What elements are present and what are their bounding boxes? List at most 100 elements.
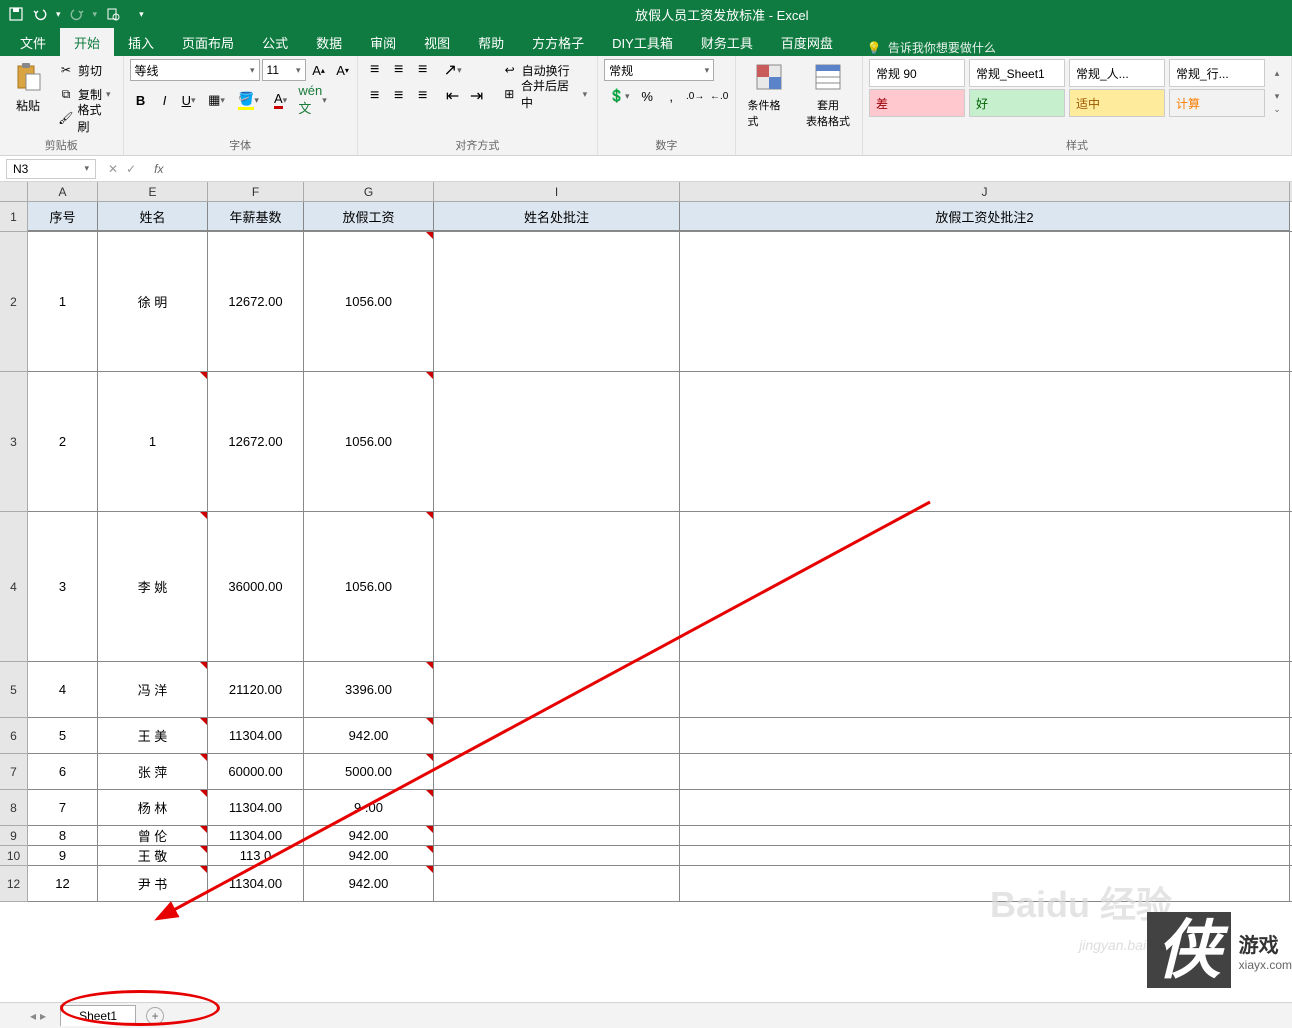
cell-G-6[interactable]: 942.00 [304,718,434,753]
tab-layout[interactable]: 页面布局 [168,28,248,56]
style-scroll-down[interactable]: ▾ [1275,91,1280,102]
tab-diy[interactable]: DIY工具箱 [598,28,687,56]
italic-button[interactable]: I [154,89,176,111]
tab-file[interactable]: 文件 [6,28,60,56]
column-header-I[interactable]: I [434,182,680,201]
cell-J-6[interactable] [680,718,1290,753]
tab-data[interactable]: 数据 [302,28,356,56]
decrease-decimal-button[interactable]: ←.0 [708,85,730,107]
cell-G-9[interactable]: 942.00 [304,826,434,845]
row-header-5[interactable]: 5 [0,662,28,718]
paste-button[interactable]: 粘贴 [6,59,50,116]
indent-increase-button[interactable]: ⇥ [466,85,488,107]
increase-decimal-button[interactable]: .0→ [684,85,706,107]
cell-E-10[interactable]: 王 敬 [98,846,208,865]
cell-J-7[interactable] [680,754,1290,789]
orientation-button[interactable]: ↗▾ [442,59,464,81]
align-bottom-button[interactable]: ≡ [412,59,434,81]
cell-I-3[interactable] [434,372,680,511]
style-bad[interactable]: 差 [869,89,965,117]
sheet-tab-sheet1[interactable]: Sheet1 [60,1005,136,1026]
indent-decrease-button[interactable]: ⇤ [442,85,464,107]
cell-A-12[interactable]: 12 [28,866,98,901]
print-preview-icon[interactable] [105,6,121,22]
redo-dropdown[interactable]: ▾ [93,9,98,20]
cell-E-7[interactable]: 张 萍 [98,754,208,789]
align-center-button[interactable]: ≡ [388,85,410,107]
header-cell-G[interactable]: 放假工资 [304,202,434,231]
cell-A-4[interactable]: 3 [28,512,98,661]
cell-F-2[interactable]: 12672.00 [208,232,304,371]
cell-G-5[interactable]: 3396.00 [304,662,434,717]
style-more[interactable]: ⌄ [1273,104,1281,115]
cell-J-10[interactable] [680,846,1290,865]
style-neutral[interactable]: 适中 [1069,89,1165,117]
cell-G-8[interactable]: 9 .00 [304,790,434,825]
add-sheet-button[interactable]: + [146,1007,164,1025]
row-header-8[interactable]: 8 [0,790,28,826]
cell-E-9[interactable]: 曾 伦 [98,826,208,845]
align-left-button[interactable]: ≡ [364,85,386,107]
row-header-12[interactable]: 12 [0,866,28,902]
font-size-combo[interactable]: 11▾ [262,59,306,81]
tab-home[interactable]: 开始 [60,28,114,56]
cell-I-7[interactable] [434,754,680,789]
cell-F-6[interactable]: 11304.00 [208,718,304,753]
tab-finance[interactable]: 财务工具 [687,28,767,56]
select-all-corner[interactable] [0,182,28,201]
cell-J-5[interactable] [680,662,1290,717]
column-header-J[interactable]: J [680,182,1290,201]
row-header-6[interactable]: 6 [0,718,28,754]
cell-J-9[interactable] [680,826,1290,845]
cell-I-6[interactable] [434,718,680,753]
cell-F-5[interactable]: 21120.00 [208,662,304,717]
cell-J-8[interactable] [680,790,1290,825]
cell-F-9[interactable]: 11304.00 [208,826,304,845]
cell-I-5[interactable] [434,662,680,717]
underline-button[interactable]: U▾ [178,89,200,111]
cell-E-6[interactable]: 王 美 [98,718,208,753]
border-button[interactable]: ▦▾ [202,89,232,111]
font-family-combo[interactable]: 等线▾ [130,59,260,81]
cell-A-3[interactable]: 2 [28,372,98,511]
cell-E-8[interactable]: 杨 林 [98,790,208,825]
cell-A-10[interactable]: 9 [28,846,98,865]
comma-button[interactable]: , [660,85,682,107]
cell-F-7[interactable]: 60000.00 [208,754,304,789]
row-header-7[interactable]: 7 [0,754,28,790]
accept-formula-icon[interactable]: ✓ [126,162,136,176]
cells-area[interactable]: 序号姓名年薪基数放假工资姓名处批注放假工资处批注21徐 明12672.00105… [28,202,1292,902]
tell-me-search[interactable]: 💡 告诉我你想要做什么 [867,39,996,56]
header-cell-J[interactable]: 放假工资处批注2 [680,202,1290,231]
cell-E-3[interactable]: 1 [98,372,208,511]
tab-review[interactable]: 审阅 [356,28,410,56]
cell-J-12[interactable] [680,866,1290,901]
cell-I-8[interactable] [434,790,680,825]
style-calc[interactable]: 计算 [1169,89,1265,117]
align-middle-button[interactable]: ≡ [388,59,410,81]
cell-J-3[interactable] [680,372,1290,511]
fill-color-button[interactable]: 🪣▾ [234,89,264,111]
cell-F-12[interactable]: 11304.00 [208,866,304,901]
phonetic-button[interactable]: wén文▾ [298,89,328,111]
cell-J-4[interactable] [680,512,1290,661]
accounting-format-button[interactable]: 💲▾ [604,85,634,107]
cell-I-9[interactable] [434,826,680,845]
row-header-9[interactable]: 9 [0,826,28,846]
cell-J-2[interactable] [680,232,1290,371]
bold-button[interactable]: B [130,89,152,111]
merge-center-button[interactable]: ⊞合并后居中▾ [498,83,592,105]
cell-A-8[interactable]: 7 [28,790,98,825]
align-right-button[interactable]: ≡ [412,85,434,107]
cancel-formula-icon[interactable]: ✕ [108,162,118,176]
cell-G-4[interactable]: 1056.00 [304,512,434,661]
cell-F-8[interactable]: 11304.00 [208,790,304,825]
cell-I-12[interactable] [434,866,680,901]
column-header-F[interactable]: F [208,182,304,201]
name-box[interactable]: N3▾ [6,159,96,179]
sheet-nav-next[interactable]: ▸ [40,1009,46,1023]
cell-G-2[interactable]: 1056.00 [304,232,434,371]
cell-A-9[interactable]: 8 [28,826,98,845]
qat-more[interactable]: ▾ [139,9,144,20]
conditional-format-button[interactable]: 条件格式 [742,59,796,131]
